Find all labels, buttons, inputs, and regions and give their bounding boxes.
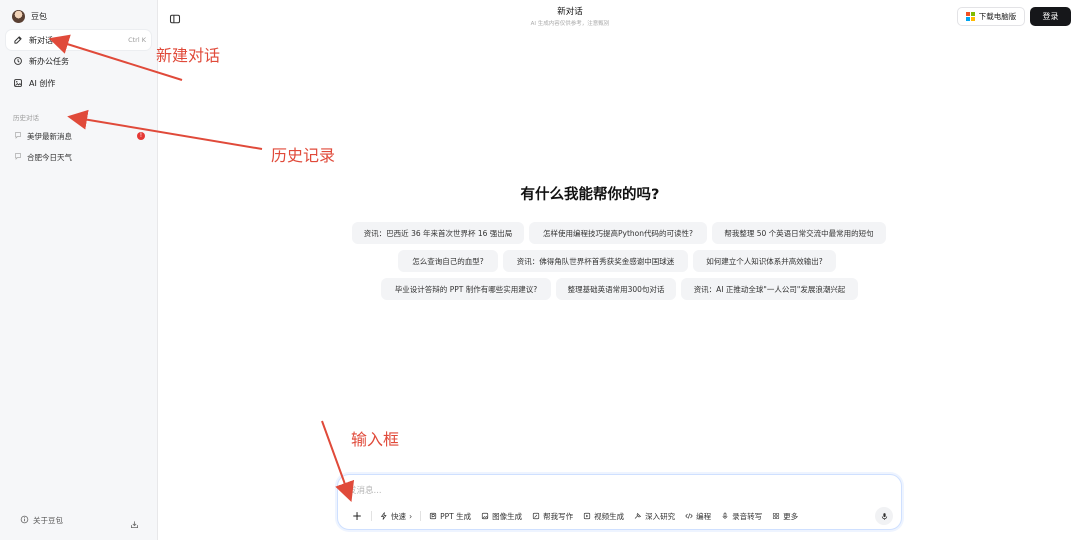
- research-icon: [634, 512, 642, 519]
- suggestion-chip[interactable]: 如何建立个人知识体系并高效输出?: [693, 250, 836, 272]
- message-input[interactable]: [348, 483, 848, 499]
- sidebar-item-new-chat[interactable]: 新对话 Ctrl K: [6, 30, 151, 50]
- about-label: 关于豆包: [33, 516, 63, 525]
- welcome-headline: 有什么我能帮你的吗?: [520, 187, 660, 203]
- suggestion-chip[interactable]: 资讯：AI 正推动全球"一人公司"发展浪潮兴起: [681, 278, 858, 300]
- info-icon: [20, 515, 29, 526]
- app-window: 豆包 新对话 Ctrl K 新办公任务 AI 创作 历史对话 美伊最新消息 ! …: [0, 0, 1080, 540]
- divider: [371, 511, 373, 521]
- history-item-label: 美伊最新消息: [27, 131, 72, 141]
- tool-code[interactable]: 编程: [680, 508, 716, 524]
- ppt-icon: [429, 512, 437, 520]
- page-header: 新对话 AI 生成内容仅供参考，注意甄别: [500, 5, 640, 27]
- history-item-label: 合肥今日天气: [27, 152, 72, 162]
- windows-logo-icon: [965, 12, 975, 21]
- image-create-icon: [13, 78, 23, 88]
- brand[interactable]: 豆包: [12, 10, 47, 23]
- sidebar-item-office-task[interactable]: 新办公任务: [6, 51, 151, 71]
- chat-bubble-icon: [14, 152, 22, 162]
- lightning-icon: [380, 512, 387, 520]
- composer-toolbar: + 快速 › PPT 生成 图像生成 帮我写作 视频生成 深入研究 编程 录音转…: [346, 508, 803, 524]
- annotation-history: 历史记录: [271, 146, 336, 165]
- login-button[interactable]: 登录: [1030, 7, 1071, 26]
- sidebar-item-label: 新办公任务: [29, 56, 69, 66]
- page-title: 新对话: [557, 7, 583, 17]
- video-icon: [583, 512, 591, 520]
- page-subtitle: AI 生成内容仅供参考，注意甄别: [530, 21, 610, 27]
- sidebar-toggle-icon[interactable]: [169, 10, 181, 24]
- suggestion-chip[interactable]: 怎么查询自己的血型?: [398, 250, 498, 272]
- chat-bubble-icon: [14, 131, 22, 141]
- sidebar-item-label: AI 创作: [29, 78, 56, 88]
- image-icon: [481, 512, 489, 520]
- tool-research[interactable]: 深入研究: [629, 508, 680, 524]
- chevron-right-icon: ›: [409, 511, 413, 521]
- record-icon: [722, 512, 728, 519]
- edit-icon: [13, 35, 23, 45]
- tool-fast-mode[interactable]: 快速 ›: [375, 508, 417, 524]
- suggestion-chip[interactable]: 资讯：佛得角队世界杯首秀获奖金感谢中国球迷: [503, 250, 688, 272]
- tool-more[interactable]: 更多: [767, 508, 803, 524]
- about-link[interactable]: 关于豆包: [20, 515, 63, 526]
- sidebar: 豆包 新对话 Ctrl K 新办公任务 AI 创作 历史对话 美伊最新消息 ! …: [0, 0, 158, 540]
- tool-ppt[interactable]: PPT 生成: [424, 508, 476, 524]
- history-item[interactable]: 合肥今日天气: [6, 148, 151, 166]
- suggestion-chip[interactable]: 毕业设计答辩的 PPT 制作有哪些实用建议?: [381, 278, 551, 300]
- sidebar-item-label: 新对话: [29, 35, 53, 45]
- tool-video[interactable]: 视频生成: [578, 508, 629, 524]
- tool-record[interactable]: 录音转写: [716, 508, 767, 524]
- annotation-input-box: 输入框: [351, 430, 400, 449]
- annotation-new-chat: 新建对话: [156, 46, 221, 65]
- grid-icon: [773, 512, 780, 520]
- suggestion-chip[interactable]: 整理基础英语常用300句对话: [556, 278, 676, 300]
- download-desktop-button[interactable]: 下载电脑版: [957, 7, 1025, 26]
- suggestion-chip[interactable]: 帮我整理 50 个英语日常交流中最常用的短句: [712, 222, 886, 244]
- microphone-icon: [881, 512, 887, 520]
- shortcut-hint: Ctrl K: [128, 36, 146, 44]
- notification-badge: !: [137, 132, 145, 140]
- tool-writing[interactable]: 帮我写作: [527, 508, 578, 524]
- write-icon: [532, 512, 540, 520]
- tool-image[interactable]: 图像生成: [476, 508, 527, 524]
- microphone-button[interactable]: [875, 507, 893, 525]
- download-tray-icon[interactable]: [130, 514, 139, 533]
- code-icon: [685, 513, 693, 519]
- history-item[interactable]: 美伊最新消息 !: [6, 127, 151, 145]
- history-section-label: 历史对话: [13, 114, 39, 122]
- suggestion-chip[interactable]: 怎样使用编程技巧提高Python代码的可读性?: [529, 222, 707, 244]
- suggestion-chip[interactable]: 资讯：巴西近 36 年来首次世界杯 16 强出局: [352, 222, 524, 244]
- message-composer: + 快速› PPT 生成 图像生成 帮我写作 视频生成: [337, 474, 902, 530]
- task-icon: [13, 56, 23, 66]
- sidebar-item-ai-create[interactable]: AI 创作: [6, 73, 151, 93]
- brand-avatar: [12, 10, 25, 23]
- download-label: 下载电脑版: [978, 12, 1017, 21]
- brand-name: 豆包: [31, 12, 47, 21]
- divider: [420, 511, 422, 521]
- add-attachment-button[interactable]: +: [346, 509, 368, 523]
